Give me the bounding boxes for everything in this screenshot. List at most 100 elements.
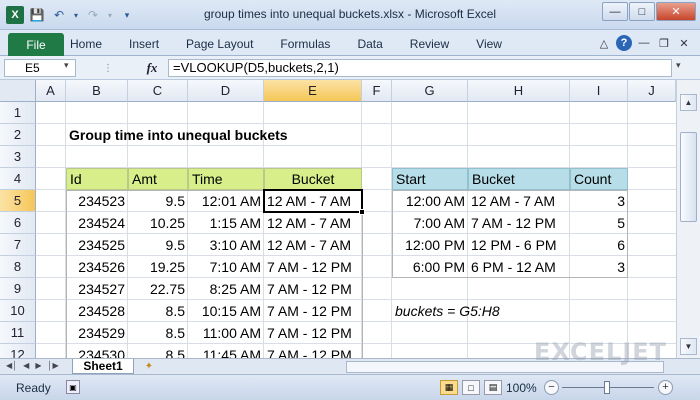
table-cell[interactable]: 11:45 AM xyxy=(188,344,264,358)
table-cell[interactable]: 6:00 PM xyxy=(392,256,468,278)
column-header-e[interactable]: E xyxy=(264,80,362,102)
zoom-in-icon[interactable]: + xyxy=(658,380,673,395)
expand-formula-bar-icon[interactable]: ▾ xyxy=(676,60,681,71)
main-table-header-amt[interactable]: Amt xyxy=(128,168,188,190)
column-header-g[interactable]: G xyxy=(392,80,468,102)
table-cell[interactable]: 12:00 PM xyxy=(392,234,468,256)
table-cell[interactable]: 3:10 AM xyxy=(188,234,264,256)
table-cell[interactable]: 234526 xyxy=(66,256,128,278)
table-cell[interactable]: 234525 xyxy=(66,234,128,256)
table-cell[interactable]: 22.75 xyxy=(128,278,188,300)
row-header-8[interactable]: 8 xyxy=(0,256,36,278)
table-cell[interactable]: 7 AM - 12 PM xyxy=(264,300,362,322)
table-cell[interactable]: 7 AM - 12 PM xyxy=(468,212,570,234)
table-cell[interactable]: 6 xyxy=(570,234,628,256)
row-header-11[interactable]: 11 xyxy=(0,322,36,344)
tab-page-layout[interactable]: Page Layout xyxy=(186,37,253,51)
tab-view[interactable]: View xyxy=(476,37,502,51)
row-header-12[interactable]: 12 xyxy=(0,344,36,358)
table-cell[interactable]: 3 xyxy=(570,256,628,278)
table-cell[interactable]: 19.25 xyxy=(128,256,188,278)
table-cell[interactable]: 11:00 AM xyxy=(188,322,264,344)
table-cell[interactable]: 234529 xyxy=(66,322,128,344)
vertical-scrollbar[interactable]: ▲ ▼ xyxy=(676,80,700,358)
lookup-header-count[interactable]: Count xyxy=(570,168,628,190)
fill-handle[interactable] xyxy=(359,209,365,215)
page-layout-view-icon[interactable]: □ xyxy=(462,380,480,395)
table-cell[interactable]: 8.5 xyxy=(128,322,188,344)
maximize-icon[interactable]: □ xyxy=(629,2,655,21)
normal-view-icon[interactable]: ▦ xyxy=(440,380,458,395)
zoom-level[interactable]: 100% xyxy=(506,381,537,395)
next-sheet-icon[interactable]: ▶ xyxy=(35,361,41,370)
zoom-out-icon[interactable]: − xyxy=(544,380,559,395)
worksheet-grid[interactable]: A B C D E F G H I J 1 2 3 4 5 6 7 8 9 10… xyxy=(0,80,676,358)
table-cell[interactable]: 5 xyxy=(570,212,628,234)
table-cell[interactable]: 12 AM - 7 AM xyxy=(468,190,570,212)
table-cell[interactable]: 9.5 xyxy=(128,190,188,212)
row-header-6[interactable]: 6 xyxy=(0,212,36,234)
column-header-h[interactable]: H xyxy=(468,80,570,102)
column-header-b[interactable]: B xyxy=(66,80,128,102)
tab-home[interactable]: Home xyxy=(70,37,102,51)
table-cell[interactable]: 234528 xyxy=(66,300,128,322)
column-header-a[interactable]: A xyxy=(36,80,66,102)
column-header-j[interactable]: J xyxy=(628,80,676,102)
tab-data[interactable]: Data xyxy=(357,37,382,51)
table-cell[interactable]: 8.5 xyxy=(128,344,188,358)
table-cell[interactable]: 12 PM - 6 PM xyxy=(468,234,570,256)
sheet-title[interactable]: Group time into unequal buckets xyxy=(66,124,386,146)
table-cell[interactable]: 8:25 AM xyxy=(188,278,264,300)
table-cell[interactable]: 7 AM - 12 PM xyxy=(264,256,362,278)
column-header-d[interactable]: D xyxy=(188,80,264,102)
close-icon[interactable]: ✕ xyxy=(656,2,696,21)
main-table-header-bucket[interactable]: Bucket xyxy=(264,168,362,190)
row-header-7[interactable]: 7 xyxy=(0,234,36,256)
main-table-header-id[interactable]: Id xyxy=(66,168,128,190)
insert-function-button[interactable]: fx xyxy=(140,59,164,77)
table-cell[interactable]: 10.25 xyxy=(128,212,188,234)
select-all-corner[interactable] xyxy=(0,80,36,102)
workbook-restore-icon[interactable]: ❐ xyxy=(656,35,672,51)
last-sheet-icon[interactable]: │▶ xyxy=(47,361,58,370)
row-header-4[interactable]: 4 xyxy=(0,168,36,190)
table-cell[interactable]: 234530 xyxy=(66,344,128,358)
ribbon-minimize-icon[interactable]: △ xyxy=(596,35,612,51)
table-cell[interactable]: 10:15 AM xyxy=(188,300,264,322)
table-cell[interactable]: 7 AM - 12 PM xyxy=(264,344,362,358)
workbook-close-icon[interactable]: ✕ xyxy=(676,35,692,51)
row-header-9[interactable]: 9 xyxy=(0,278,36,300)
help-icon[interactable]: ? xyxy=(616,35,632,51)
table-cell[interactable]: 1:15 AM xyxy=(188,212,264,234)
main-table-header-time[interactable]: Time xyxy=(188,168,264,190)
row-header-10[interactable]: 10 xyxy=(0,300,36,322)
lookup-header-start[interactable]: Start xyxy=(392,168,468,190)
table-cell[interactable]: 12 AM - 7 AM xyxy=(264,212,362,234)
column-header-i[interactable]: I xyxy=(570,80,628,102)
column-header-c[interactable]: C xyxy=(128,80,188,102)
row-header-3[interactable]: 3 xyxy=(0,146,36,168)
workbook-minimize-icon[interactable]: — xyxy=(636,35,652,51)
sheet-tab-sheet1[interactable]: Sheet1 xyxy=(72,359,134,374)
formula-input[interactable]: =VLOOKUP(D5,buckets,2,1) xyxy=(168,59,672,77)
prev-sheet-icon[interactable]: ◀ xyxy=(23,361,29,370)
tab-formulas[interactable]: Formulas xyxy=(280,37,330,51)
row-header-2[interactable]: 2 xyxy=(0,124,36,146)
table-cell[interactable]: 234523 xyxy=(66,190,128,212)
scrollbar-thumb[interactable] xyxy=(680,132,697,222)
macro-recording-icon[interactable]: ▣ xyxy=(66,380,80,394)
table-cell[interactable]: 9.5 xyxy=(128,234,188,256)
insert-sheet-icon[interactable]: ✦ xyxy=(140,360,158,373)
table-cell[interactable]: 12 AM - 7 AM xyxy=(264,234,362,256)
column-header-f[interactable]: F xyxy=(362,80,392,102)
table-cell[interactable]: 7:10 AM xyxy=(188,256,264,278)
file-tab[interactable]: File xyxy=(8,33,64,56)
table-cell[interactable]: 3 xyxy=(570,190,628,212)
table-cell[interactable]: 7 AM - 12 PM xyxy=(264,278,362,300)
scroll-up-icon[interactable]: ▲ xyxy=(680,94,697,111)
table-cell[interactable]: 8.5 xyxy=(128,300,188,322)
scroll-down-icon[interactable]: ▼ xyxy=(680,338,697,355)
row-header-5[interactable]: 5 xyxy=(0,190,36,212)
table-cell[interactable]: 6 PM - 12 AM xyxy=(468,256,570,278)
first-sheet-icon[interactable]: ◀│ xyxy=(6,361,17,370)
